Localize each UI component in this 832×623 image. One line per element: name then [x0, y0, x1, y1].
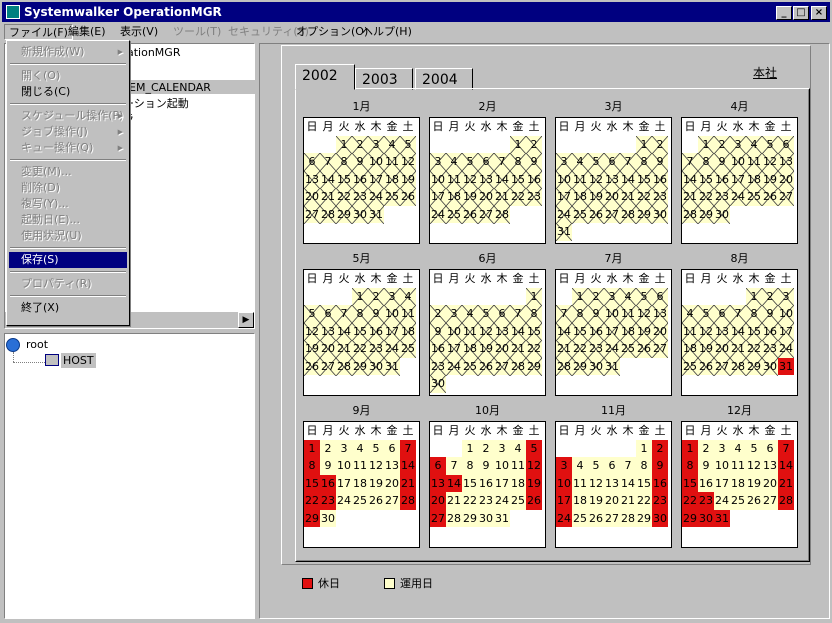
globe-icon [6, 338, 20, 352]
submenu-arrow-icon: ▶ [117, 144, 123, 152]
file-menu-item-label: 複写(Y)... [21, 197, 69, 210]
file-menu-item-label: 起動日(E)... [21, 213, 81, 226]
file-menu-item-label: ジョブ操作(J) [21, 125, 88, 138]
menu-separator [10, 103, 126, 105]
legend: 休日 運用日 [302, 576, 502, 592]
file-menu-item-12[interactable]: 起動日(E)... [9, 212, 127, 228]
title-bar[interactable]: Systemwalker OperationMGR _ □ × [2, 2, 830, 22]
computer-icon [45, 354, 59, 366]
file-menu-item-label: 削除(D) [21, 181, 61, 194]
file-menu-item-label: キュー操作(Q) [21, 141, 94, 154]
legend-holiday-label: 休日 [318, 577, 340, 590]
file-menu-item-10[interactable]: 削除(D) [9, 180, 127, 196]
menu-0[interactable]: ファイル(F) [4, 24, 73, 40]
file-menu-item-3[interactable]: 閉じる(C) [9, 84, 127, 100]
file-menu-item-label: 新規作成(W) [21, 45, 85, 58]
legend-operating-label: 運用日 [400, 577, 433, 590]
file-menu-item-label: 使用状況(U) [21, 229, 82, 242]
submenu-arrow-icon: ▶ [117, 128, 123, 136]
file-menu-item-label: 変更(M)... [21, 165, 72, 178]
tree-item-startup[interactable]: ーション起動 [123, 95, 189, 111]
scroll-right-button[interactable]: ▶ [238, 312, 254, 328]
tree-root[interactable]: root [26, 338, 48, 351]
menu-2[interactable]: 表示(V) [116, 24, 162, 40]
window-title: Systemwalker OperationMGR [24, 5, 222, 19]
menu-separator [10, 271, 126, 273]
file-menu-item-6[interactable]: ジョブ操作(J) ▶ [9, 124, 127, 140]
menu-separator [10, 247, 126, 249]
submenu-arrow-icon: ▶ [117, 48, 123, 56]
year-tab-panel [295, 88, 810, 562]
file-menu-item-17[interactable]: プロパティ(R) [9, 276, 127, 292]
tree-host[interactable]: HOST [63, 354, 94, 367]
file-menu-item-19[interactable]: 終了(X) [9, 300, 127, 316]
main-window: Systemwalker OperationMGR _ □ × ファイル(F) 編… [0, 0, 832, 623]
file-menu-item-11[interactable]: 複写(Y)... [9, 196, 127, 212]
legend-holiday-swatch [302, 578, 313, 589]
host-tree-pane[interactable]: root HOST [4, 333, 255, 619]
file-menu-item-9[interactable]: 変更(M)... [9, 164, 127, 180]
file-menu-item-label: 開く(O) [21, 69, 61, 82]
file-menu-dropdown: 新規作成(W) ▶ 開く(O) 閉じる(C) スケジュール操作(P) ▶ ジョブ操作(J) ▶… [6, 40, 130, 326]
file-menu-item-7[interactable]: キュー操作(Q) ▶ [9, 140, 127, 156]
tab-year-2004[interactable]: 2004 [415, 68, 473, 90]
file-menu-item-label: 保存(S) [21, 253, 59, 266]
tree-line [13, 362, 45, 363]
maximize-button[interactable]: □ [793, 6, 809, 20]
tab-year-2002[interactable]: 2002 [295, 64, 355, 90]
menu-separator [10, 63, 126, 65]
menu-1[interactable]: 編集(E) [64, 24, 110, 40]
file-menu-item-13[interactable]: 使用状況(U) [9, 228, 127, 244]
tree-line [13, 352, 14, 362]
file-menu-item-label: スケジュール操作(P) [21, 109, 124, 122]
file-menu-item-5[interactable]: スケジュール操作(P) ▶ [9, 108, 127, 124]
close-button[interactable]: × [811, 6, 827, 20]
menu-6[interactable]: ヘルプ(H) [358, 24, 416, 40]
file-menu-item-2[interactable]: 開く(O) [9, 68, 127, 84]
menu-bar: ファイル(F) 編集(E) 表示(V) ツール(T) セキュリティ(S) オプション(O)… [2, 22, 830, 41]
file-menu-item-15[interactable]: 保存(S) [9, 252, 127, 268]
file-menu-item-label: 閉じる(C) [21, 85, 71, 98]
tree-item-opmgr[interactable]: ationMGR [127, 46, 180, 59]
tree-item-system-calendar[interactable]: EM_CALENDAR [129, 81, 211, 94]
file-menu-item-0[interactable]: 新規作成(W) ▶ [9, 44, 127, 60]
file-menu-item-label: プロパティ(R) [21, 277, 92, 290]
site-label[interactable]: 本社 [753, 64, 777, 81]
menu-separator [10, 159, 126, 161]
menu-separator [10, 295, 126, 297]
minimize-button[interactable]: _ [776, 6, 792, 20]
legend-operating-swatch [384, 578, 395, 589]
submenu-arrow-icon: ▶ [117, 112, 123, 120]
menu-3[interactable]: ツール(T) [169, 24, 225, 40]
file-menu-item-label: 終了(X) [21, 301, 60, 314]
tab-year-2003[interactable]: 2003 [355, 68, 413, 90]
app-icon [6, 5, 20, 19]
